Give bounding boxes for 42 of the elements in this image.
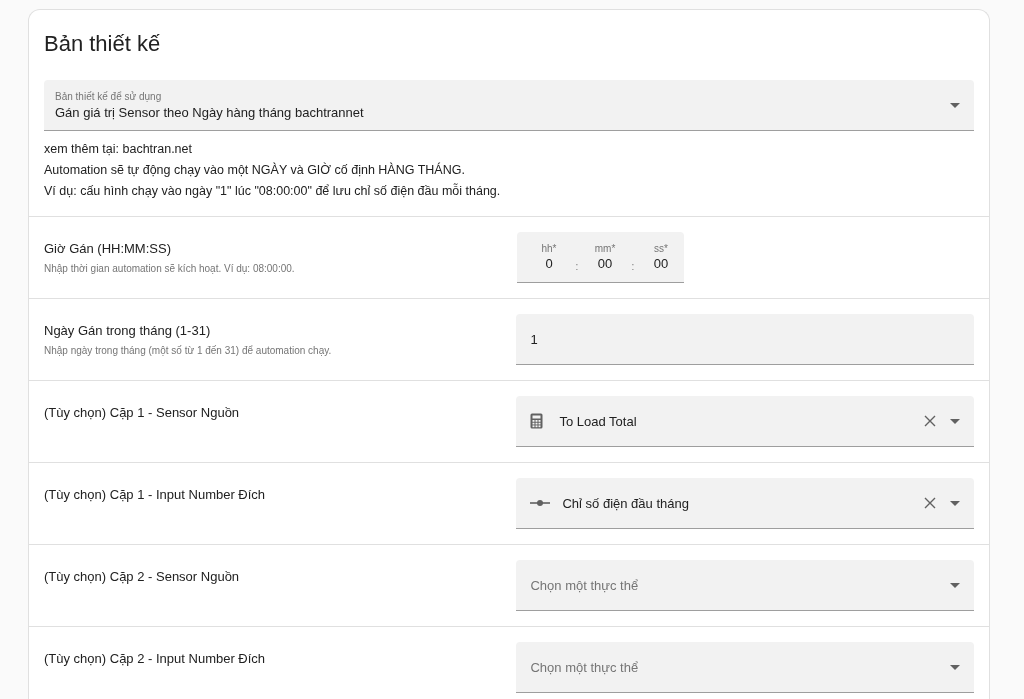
dropdown-caret-icon[interactable] [950, 664, 960, 670]
dropdown-caret-icon[interactable] [950, 500, 960, 506]
time-separator: : [574, 260, 580, 272]
input-label: Giờ Gán (HH:MM:SS) [44, 241, 172, 256]
clear-icon[interactable] [924, 415, 936, 427]
time-field[interactable]: hh* 0 : mm* 00 : ss* 00 [517, 232, 684, 283]
dropdown-caret-icon[interactable] [950, 582, 960, 588]
entity-value: Chỉ số điện đầu tháng [562, 495, 690, 511]
number-field[interactable]: 1 [516, 314, 974, 365]
time-part-value: 00 [597, 255, 613, 271]
input-label: (Tùy chọn) Cặp 2 - Sensor Nguồn [44, 569, 241, 584]
entity-placeholder: Chọn một thực thể [530, 577, 640, 593]
entity-picker[interactable]: Chọn một thực thể [516, 560, 974, 611]
helper-text: Nhập ngày trong tháng (một số từ 1 đến 31) để automation chạy. [44, 345, 333, 356]
select-value: Gán giá trị Sensor theo Ngày hàng tháng bachtrannet [55, 104, 365, 120]
time-part-label: hh* [541, 242, 557, 254]
input-label: Ngày Gán trong tháng (1-31) [44, 323, 212, 338]
description-text: Automation sẽ tự động chạy vào một NGÀY và GIỜ cố định HÀNG THÁNG. [44, 161, 466, 179]
input-label: (Tùy chọn) Cặp 1 - Input Number Đích [44, 487, 267, 502]
description-text: xem thêm tại: bachtran.net [44, 141, 193, 158]
entity-value: To Load Total [559, 413, 638, 429]
helper-text: Nhập thời gian automation sẽ kích hoạt. Ví dụ: 08:00:00. [44, 263, 296, 274]
description-text: Ví dụ: cấu hình chạy vào ngày "1" lúc "08:00:00" để lưu chỉ số điện đầu mỗi tháng. [44, 182, 502, 200]
field-label: Bản thiết kế để sử dụng [55, 91, 162, 102]
calculator-icon [530, 413, 544, 429]
entity-picker[interactable]: Chỉ số điện đầu tháng [516, 478, 974, 529]
time-part-value: 00 [653, 255, 669, 271]
time-separator: : [630, 260, 636, 272]
entity-picker[interactable]: Chọn một thực thể [516, 642, 974, 693]
time-part-label: mm* [594, 242, 616, 254]
slider-icon [530, 499, 551, 507]
blueprint-select[interactable]: Bản thiết kế để sử dụng Gán giá trị Sensor theo Ngày hàng tháng bachtrannet [44, 80, 974, 131]
time-part-value: 0 [545, 255, 553, 271]
dropdown-caret-icon[interactable] [950, 418, 960, 424]
clear-icon[interactable] [924, 497, 936, 509]
entity-picker[interactable]: To Load Total [516, 396, 974, 447]
card-title: Bản thiết kế [43, 30, 162, 58]
time-part-label: ss* [654, 242, 668, 254]
entity-placeholder: Chọn một thực thể [530, 659, 640, 675]
dropdown-caret-icon[interactable] [950, 102, 960, 108]
input-label: (Tùy chọn) Cặp 1 - Sensor Nguồn [44, 405, 241, 420]
input-label: (Tùy chọn) Cặp 2 - Input Number Đích [44, 651, 267, 666]
